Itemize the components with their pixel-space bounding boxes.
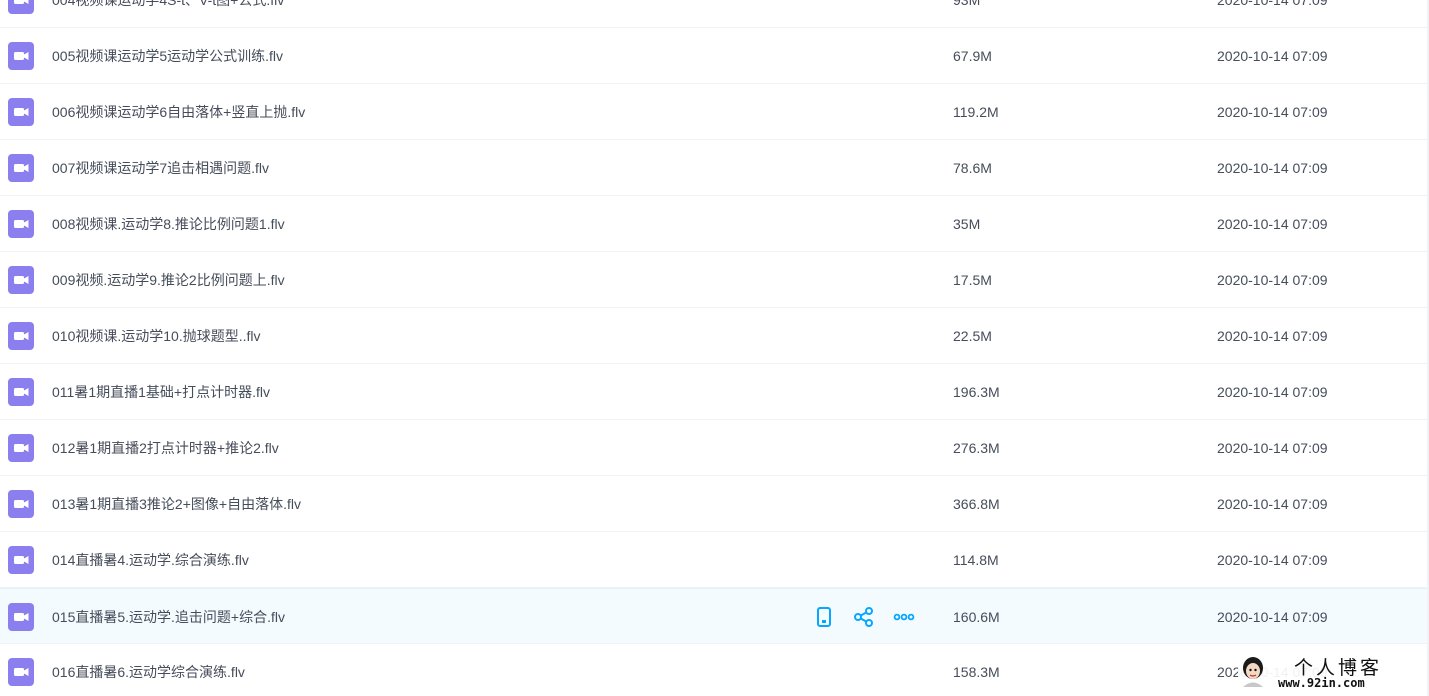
file-row[interactable]: 012暑1期直播2打点计时器+推论2.flv 276.3M 2020-10-14 0…	[0, 420, 1427, 476]
video-file-icon	[8, 0, 34, 14]
file-name[interactable]: 012暑1期直播2打点计时器+推论2.flv	[52, 420, 279, 476]
file-name[interactable]: 015直播暑5.运动学.追击问题+综合.flv	[52, 589, 285, 645]
file-row[interactable]: 015直播暑5.运动学.追击问题+综合.flv 160.6M 2020-10-14 …	[0, 588, 1427, 644]
file-name[interactable]: 016直播暑6.运动学综合演练.flv	[52, 644, 245, 696]
file-rows: 004视频课运动学4S-t、V-t图+公式.flv 93M 2020-10-14 0…	[0, 0, 1427, 696]
avatar-icon	[1243, 657, 1263, 687]
file-row[interactable]: 011暑1期直播1基础+打点计时器.flv 196.3M 2020-10-14 07…	[0, 364, 1427, 420]
file-name[interactable]: 006视频课运动学6自由落体+竖直上抛.flv	[52, 84, 305, 140]
file-name[interactable]: 011暑1期直播1基础+打点计时器.flv	[52, 364, 270, 420]
file-size: 196.3M	[953, 384, 1000, 400]
video-file-icon	[8, 266, 34, 294]
file-row[interactable]: 005视频课运动学5运动学公式训练.flv 67.9M 2020-10-14 07:…	[0, 28, 1427, 84]
file-list: 004视频课运动学4S-t、V-t图+公式.flv 93M 2020-10-14 0…	[0, 0, 1429, 696]
file-date: 2020-10-14 07:09	[1217, 272, 1328, 288]
file-name[interactable]: 009视频.运动学9.推论2比例问题上.flv	[52, 252, 285, 308]
file-size: 366.8M	[953, 496, 1000, 512]
video-file-icon	[8, 378, 34, 406]
file-row[interactable]: 008视频课.运动学8.推论比例问题1.flv 35M 2020-10-14 07:…	[0, 196, 1427, 252]
video-file-icon	[8, 603, 34, 631]
file-date: 2020-10-14 07:09	[1217, 216, 1328, 232]
file-size: 22.5M	[953, 328, 992, 344]
video-file-icon	[8, 210, 34, 238]
file-size: 67.9M	[953, 48, 992, 64]
video-file-icon	[8, 322, 34, 350]
file-date: 2020-10-14 07:09	[1217, 0, 1328, 8]
file-size: 158.3M	[953, 664, 1000, 680]
file-size: 119.2M	[953, 104, 999, 120]
file-name[interactable]: 007视频课运动学7追击相遇问题.flv	[52, 140, 269, 196]
file-date: 2020-10-14 07:09	[1217, 384, 1328, 400]
file-date: 2020-10-14 07:09	[1217, 48, 1328, 64]
file-date: 2020-10-14 07:09	[1217, 160, 1328, 176]
phone-icon[interactable]	[812, 605, 836, 629]
file-date: 2020-10-14 07:09	[1217, 104, 1328, 120]
file-date: 2020-10-14 07:09	[1217, 552, 1328, 568]
watermark: 个人博客 www.92in.com	[1238, 652, 1424, 692]
file-row[interactable]: 006视频课运动学6自由落体+竖直上抛.flv 119.2M 2020-10-14 …	[0, 84, 1427, 140]
more-icon[interactable]	[892, 605, 916, 629]
file-row[interactable]: 009视频.运动学9.推论2比例问题上.flv 17.5M 2020-10-14 0…	[0, 252, 1427, 308]
file-row[interactable]: 013暑1期直播3推论2+图像+自由落体.flv 366.8M 2020-10-14…	[0, 476, 1427, 532]
share-icon[interactable]	[852, 605, 876, 629]
file-name[interactable]: 010视频课.运动学10.抛球题型..flv	[52, 308, 261, 364]
file-size: 17.5M	[953, 272, 992, 288]
video-file-icon	[8, 490, 34, 518]
watermark-url: www.92in.com	[1278, 676, 1365, 690]
file-row[interactable]: 014直播暑4.运动学.综合演练.flv 114.8M 2020-10-14 07:…	[0, 532, 1427, 588]
row-actions	[812, 605, 916, 629]
file-name[interactable]: 013暑1期直播3推论2+图像+自由落体.flv	[52, 476, 301, 532]
file-size: 93M	[953, 0, 981, 8]
file-date: 2020-10-14 07:09	[1217, 440, 1328, 456]
file-name[interactable]: 008视频课.运动学8.推论比例问题1.flv	[52, 196, 285, 252]
video-file-icon	[8, 42, 34, 70]
file-row[interactable]: 010视频课.运动学10.抛球题型..flv 22.5M 2020-10-14 07…	[0, 308, 1427, 364]
video-file-icon	[8, 434, 34, 462]
file-name[interactable]: 004视频课运动学4S-t、V-t图+公式.flv	[52, 0, 284, 28]
file-row[interactable]: 007视频课运动学7追击相遇问题.flv 78.6M 2020-10-14 07:0…	[0, 140, 1427, 196]
video-file-icon	[8, 658, 34, 686]
file-row[interactable]: 016直播暑6.运动学综合演练.flv158.3M2020-10-14 07:0…	[0, 644, 1427, 696]
file-name[interactable]: 014直播暑4.运动学.综合演练.flv	[52, 532, 249, 588]
file-size: 78.6M	[953, 160, 992, 176]
video-file-icon	[8, 154, 34, 182]
file-name[interactable]: 005视频课运动学5运动学公式训练.flv	[52, 28, 283, 84]
file-date: 2020-10-14 07:09	[1217, 609, 1328, 625]
file-size: 114.8M	[953, 552, 999, 568]
file-size: 276.3M	[953, 440, 1000, 456]
video-file-icon	[8, 546, 34, 574]
video-file-icon	[8, 98, 34, 126]
file-size: 35M	[953, 216, 981, 232]
file-size: 160.6M	[953, 609, 1000, 625]
file-row[interactable]: 004视频课运动学4S-t、V-t图+公式.flv 93M 2020-10-14 0…	[0, 0, 1427, 28]
file-date: 2020-10-14 07:09	[1217, 496, 1328, 512]
file-date: 2020-10-14 07:09	[1217, 328, 1328, 344]
